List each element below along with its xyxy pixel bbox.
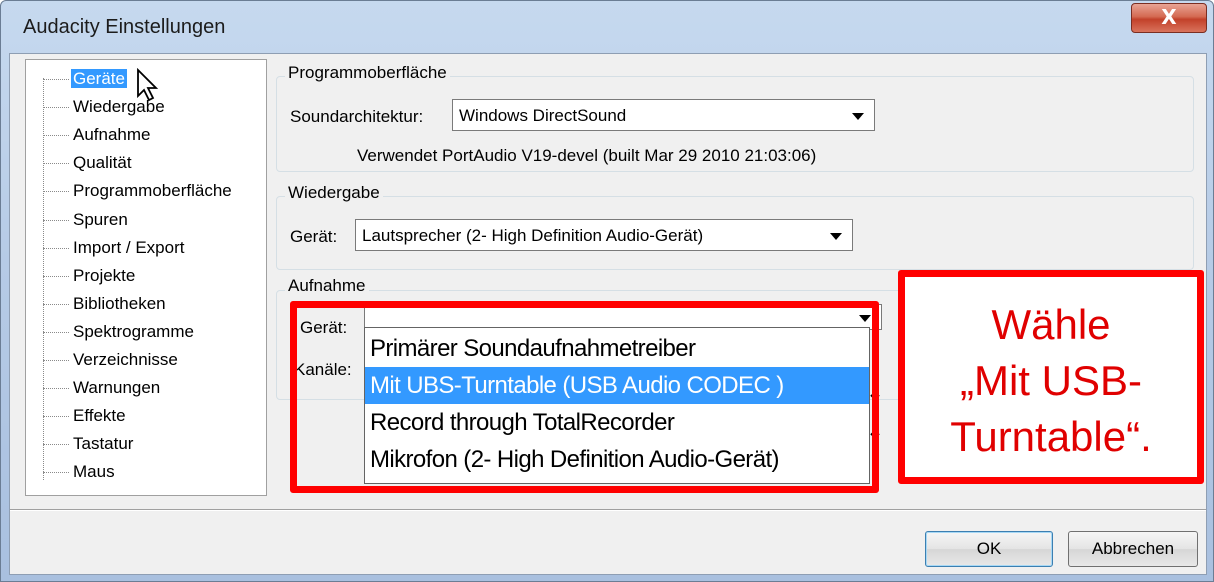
category-tree: Geräte Wiedergabe Aufnahme Qualität Programm… xyxy=(25,59,267,496)
tree-connector xyxy=(43,388,69,390)
recording-group-title: Aufnahme xyxy=(285,276,369,296)
tree-connector xyxy=(43,163,69,165)
tree-item-label: Programmoberfläche xyxy=(73,181,232,201)
tree-item-bibliotheken[interactable]: Bibliotheken xyxy=(43,291,168,317)
tree-item-label: Warnungen xyxy=(73,378,161,398)
tree-item-tastatur[interactable]: Tastatur xyxy=(43,431,135,457)
tree-item-projekte[interactable]: Projekte xyxy=(43,263,137,289)
tree-item-label: Spektrogramme xyxy=(73,321,194,341)
tree-connector xyxy=(43,360,69,362)
tree-connector xyxy=(43,472,69,474)
tree-connector xyxy=(43,416,69,418)
tree-item-spuren[interactable]: Spuren xyxy=(43,207,130,233)
dialog-client-area: Geräte Wiedergabe Aufnahme Qualität Programm… xyxy=(9,53,1207,575)
playback-group-title: Wiedergabe xyxy=(285,183,383,203)
chevron-down-icon xyxy=(830,233,842,240)
highlight-frame-list xyxy=(290,301,879,493)
host-select-value: Windows DirectSound xyxy=(459,106,627,125)
tree-item-label: Effekte xyxy=(73,406,126,426)
tree-item-label: Aufnahme xyxy=(73,125,151,145)
tree-connector xyxy=(43,247,69,249)
host-label: Soundarchitektur: xyxy=(290,107,424,126)
tree-item-label: Import / Export xyxy=(73,237,185,257)
tree-connector xyxy=(43,275,69,277)
tree-connector xyxy=(43,444,69,446)
tree-item-qualität[interactable]: Qualität xyxy=(43,150,134,176)
chevron-down-icon xyxy=(852,113,864,120)
tree-connector xyxy=(43,107,69,109)
instruction-line-2: „Mit USB- xyxy=(960,357,1142,404)
tree-item-import-export[interactable]: Import / Export xyxy=(43,235,186,261)
tree-item-label: Spuren xyxy=(73,209,128,229)
tree-connector xyxy=(43,219,69,221)
host-select[interactable]: Windows DirectSound xyxy=(452,99,875,131)
cancel-button[interactable]: Abbrechen xyxy=(1068,531,1198,567)
playback-device-value: Lautsprecher (2- High Definition Audio-G… xyxy=(362,226,704,245)
tree-item-label: Tastatur xyxy=(73,434,134,454)
tree-item-warnungen[interactable]: Warnungen xyxy=(43,375,162,401)
tree-item-label: Maus xyxy=(73,462,115,482)
divider xyxy=(10,509,1206,511)
tree-item-spektrogramme[interactable]: Spektrogramme xyxy=(43,319,196,345)
ok-button[interactable]: OK xyxy=(925,531,1053,567)
tree-item-label: Geräte xyxy=(71,69,127,88)
instruction-callout: Wähle „Mit USB- Turntable“. xyxy=(898,270,1204,484)
mouse-pointer-icon xyxy=(137,68,159,102)
tree-item-geräte[interactable]: Geräte xyxy=(43,66,127,92)
tree-item-effekte[interactable]: Effekte xyxy=(43,403,128,429)
tree-connector xyxy=(43,303,69,305)
instruction-line-1: Wähle xyxy=(991,301,1111,348)
preferences-dialog: Audacity Einstellungen X Geräte Wiedergab… xyxy=(0,0,1214,582)
instruction-line-3: Turntable“. xyxy=(950,413,1152,460)
tree-item-maus[interactable]: Maus xyxy=(43,459,117,485)
tree-item-label: Qualität xyxy=(73,153,132,173)
close-button[interactable]: X xyxy=(1131,3,1207,33)
portaudio-info: Verwendet PortAudio V19-devel (built Mar… xyxy=(357,146,817,165)
window-title: Audacity Einstellungen xyxy=(23,16,226,38)
tree-item-verzeichnisse[interactable]: Verzeichnisse xyxy=(43,347,180,373)
tree-item-label: Verzeichnisse xyxy=(73,350,178,369)
tree-connector xyxy=(43,135,69,137)
tree-connector xyxy=(43,331,69,333)
tree-item-label: Bibliotheken xyxy=(73,293,166,313)
tree-connector xyxy=(43,191,69,193)
tree-item-aufnahme[interactable]: Aufnahme xyxy=(43,122,153,148)
tree-connector xyxy=(43,79,69,81)
playback-device-select[interactable]: Lautsprecher (2- High Definition Audio-G… xyxy=(355,219,853,251)
title-bar: Audacity Einstellungen X xyxy=(1,1,1213,53)
tree-item-label: Projekte xyxy=(73,265,136,285)
interface-group-title: Programmoberfläche xyxy=(285,63,450,83)
tree-item-programmoberfläche[interactable]: Programmoberfläche xyxy=(43,178,234,204)
playback-device-label: Gerät: xyxy=(290,227,338,246)
